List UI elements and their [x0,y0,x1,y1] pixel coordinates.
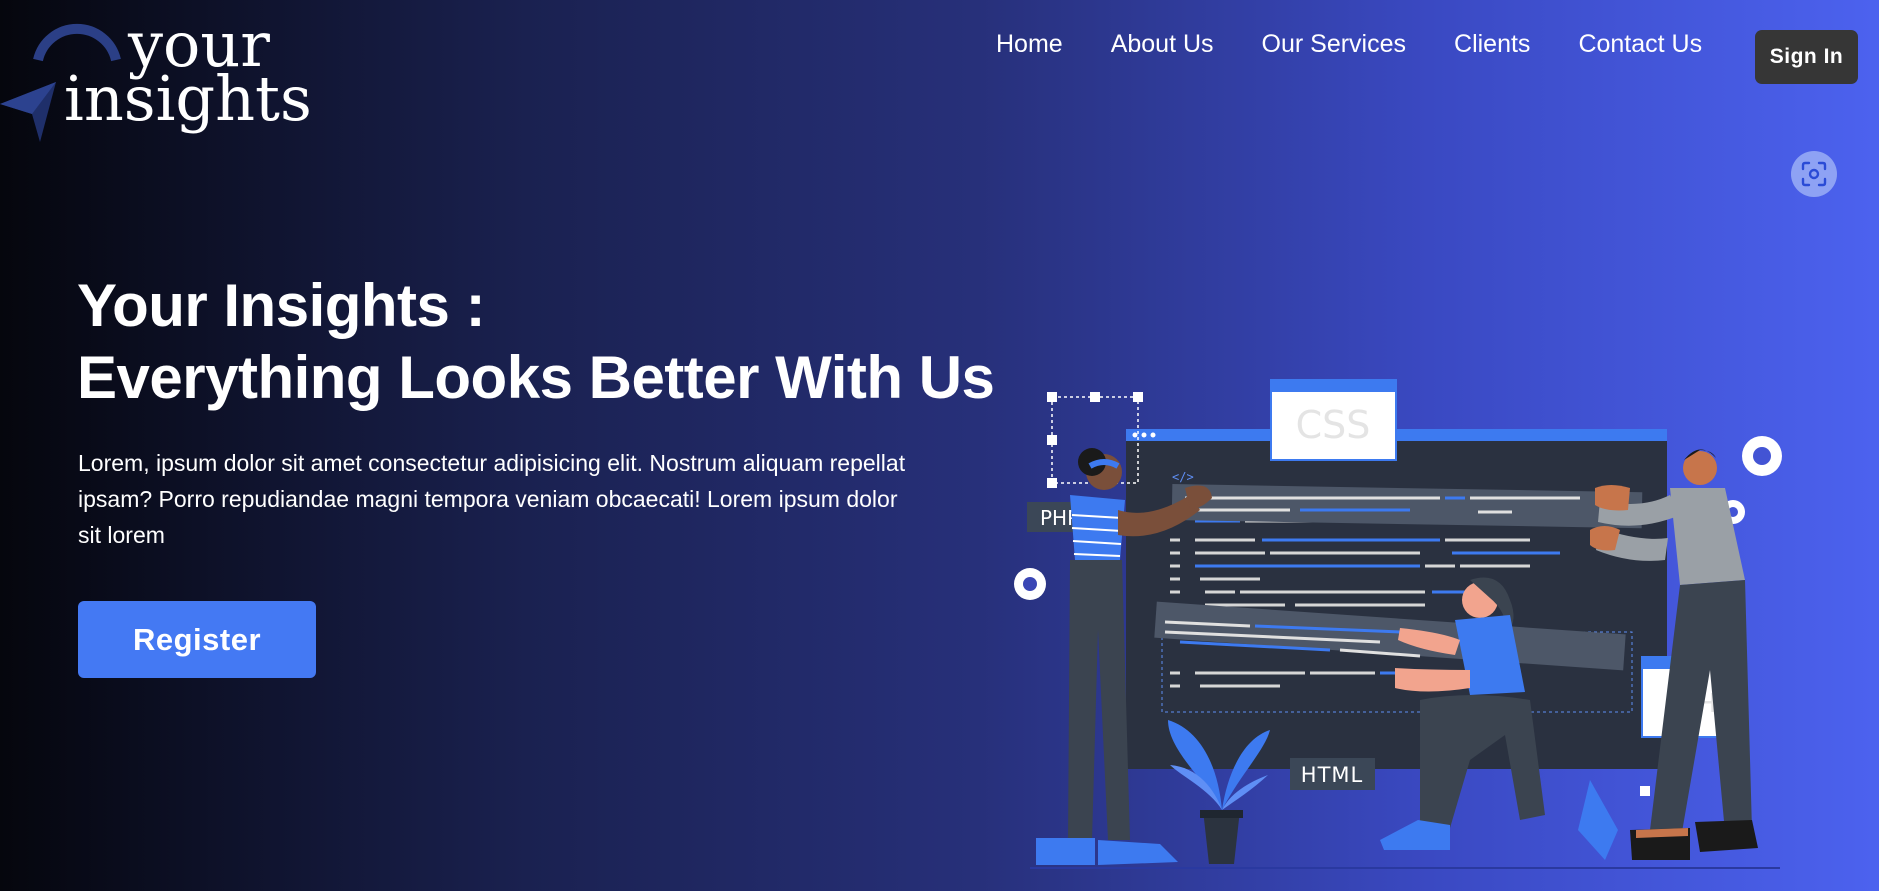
logo[interactable]: your insights [0,8,312,148]
svg-text:</>: </> [1172,470,1194,484]
nav-item-our-services[interactable]: Our Services [1262,30,1406,59]
svg-text:HTML: HTML [1301,763,1363,787]
hero-title: Your Insights : Everything Looks Better … [77,270,995,414]
developers-illustration: </> CSS PHP ++ HTML [1014,379,1782,869]
logo-word-insights: insights [64,62,312,135]
code-window [1126,429,1667,769]
nav-item-contact-us[interactable]: Contact Us [1578,30,1702,59]
focus-scan-icon [1801,161,1827,187]
nav-item-home[interactable]: Home [996,30,1063,59]
hero-description: Lorem, ipsum dolor sit amet consectetur … [78,450,906,548]
nav-item-about-us[interactable]: About Us [1111,30,1214,59]
register-button[interactable]: Register [78,601,316,678]
main-nav: Home About Us Our Services Clients Conta… [996,30,1750,59]
hero-title-line2: Everything Looks Better With Us [77,344,995,411]
nav-item-clients[interactable]: Clients [1454,30,1530,59]
hero-title-line1: Your Insights : [77,272,486,339]
focus-scan-button[interactable] [1791,151,1837,197]
svg-text:CSS: CSS [1296,403,1371,447]
sign-in-button[interactable]: Sign In [1755,30,1858,84]
